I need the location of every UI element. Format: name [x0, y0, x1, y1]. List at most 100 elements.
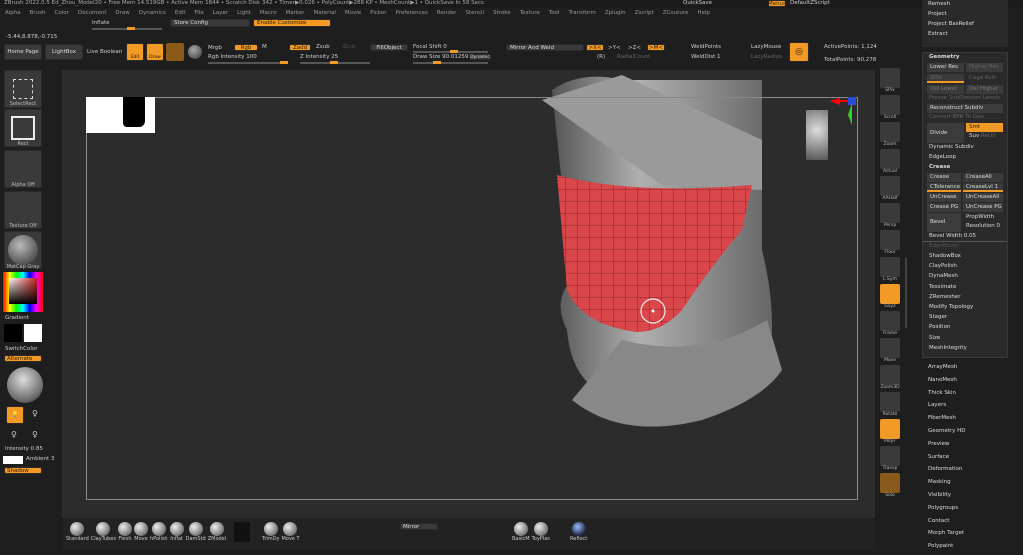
subpalette-fibermesh[interactable]: FiberMesh [922, 414, 1008, 427]
shadow-button[interactable]: Shadow [4, 467, 42, 474]
subpalette-polygroups[interactable]: Polygroups [922, 504, 1008, 517]
subpalette-masking[interactable]: Masking [922, 478, 1008, 491]
menu-document[interactable]: Document [78, 10, 107, 16]
inflate-slider[interactable] [92, 27, 162, 30]
shelf-button-polyf[interactable]: PolyF [878, 419, 902, 444]
enable-customize-button[interactable]: Enable Customize [253, 19, 331, 27]
higher-res-button[interactable]: Higher Res [966, 63, 1003, 72]
y-symmetry-button[interactable]: >Y< [608, 45, 621, 51]
brush-inflat[interactable]: Inflat [169, 522, 184, 542]
menu-zcouture[interactable]: ZCouture [663, 10, 689, 16]
menu-stroke[interactable]: Stroke [493, 10, 511, 16]
subpalette-thick-skin[interactable]: Thick Skin [922, 389, 1008, 402]
cage-rstr[interactable]: Cage Rstr [966, 74, 1003, 83]
mrgb-button[interactable]: Mrgb [208, 45, 222, 51]
light-bulb-icon[interactable]: ♀ [32, 430, 38, 439]
intensity-slider[interactable]: Intensity 0.85 [5, 446, 43, 452]
geometry-header[interactable]: Geometry [923, 53, 1007, 63]
menu-file[interactable]: File [195, 10, 204, 16]
dynamic-subdiv-button[interactable]: Dynamic Subdiv [923, 143, 1007, 153]
shelf-button-scroll[interactable]: Scroll [878, 95, 902, 120]
color-picker[interactable] [3, 272, 43, 312]
menu-zplugin[interactable]: Zplugin [605, 10, 626, 16]
store-config-button[interactable]: Store Config [170, 19, 250, 27]
focal-shift-slider[interactable] [413, 50, 488, 53]
menu-tool[interactable]: Tool [549, 10, 560, 16]
m-symmetry-button[interactable]: >M< [647, 44, 665, 51]
panel-item-remesh[interactable]: Remesh [922, 0, 1008, 10]
subpalette-visibility[interactable]: Visibility [922, 491, 1008, 504]
mirror-button[interactable]: Mirror [400, 523, 438, 530]
brush-standard[interactable]: Standard [66, 522, 89, 542]
rstr-button[interactable]: Rstr [985, 75, 996, 81]
home-page-button[interactable]: Home Page [4, 44, 42, 60]
move-mode-button[interactable] [166, 43, 184, 61]
shelf-button-solo[interactable]: Solo [878, 473, 902, 498]
light-bulb-icon[interactable]: ♀ [32, 409, 38, 418]
brush-move[interactable]: Move [133, 522, 148, 542]
subpalette-morph-target[interactable]: Morph Target [922, 529, 1008, 542]
menu-zscript[interactable]: Zscript [635, 10, 654, 16]
z-intensity-slider[interactable] [300, 61, 370, 64]
quicksave-button[interactable]: QuickSave [680, 0, 716, 6]
geometry-item-size[interactable]: Size [923, 334, 1007, 344]
alternate-button[interactable]: Alternate [4, 355, 42, 362]
secondary-color-swatch[interactable] [4, 324, 22, 342]
geometry-item-shadowbox[interactable]: ShadowBox [923, 252, 1007, 262]
brush-move-t[interactable]: Move T [281, 522, 300, 542]
geometry-item-stager[interactable]: Stager [923, 313, 1007, 323]
menu-material[interactable]: Material [314, 10, 336, 16]
shelf-button-move[interactable]: Move [878, 338, 902, 363]
menu-brush[interactable]: Brush [30, 10, 46, 16]
del-lower-button[interactable]: Del Lower [927, 85, 964, 94]
switchcolor-button[interactable]: SwitchColor [5, 346, 38, 352]
reuv-toggle[interactable]: ReUV [981, 133, 996, 139]
crease-pg-button[interactable]: Crease PG [927, 203, 961, 212]
menu-edit[interactable]: Edit [175, 10, 186, 16]
shelf-button-zoom3d[interactable]: Zoom3D [878, 365, 902, 390]
weldpoints-toggle[interactable]: WeldPoints [691, 44, 721, 50]
radial-count-slider[interactable]: RadialCount [617, 54, 650, 60]
divide-button[interactable]: Divide [927, 123, 964, 143]
sdiv-slider[interactable]: SDiv [927, 74, 964, 83]
lazyradius-slider[interactable]: LazyRadius [751, 54, 782, 60]
x-symmetry-button[interactable]: >X< [586, 44, 604, 51]
geometry-item-modify-topology[interactable]: Modify Topology [923, 303, 1007, 313]
brush-hpolish[interactable]: hPolish [150, 522, 168, 542]
geometry-item-tessimate[interactable]: Tessimate [923, 283, 1007, 293]
geometry-item-claypolish[interactable]: ClayPolish [923, 262, 1007, 272]
subpalette-deformation[interactable]: Deformation [922, 465, 1008, 478]
draw-size-slider[interactable] [413, 61, 488, 64]
default-zscript-button[interactable]: DefaultZScript [790, 0, 830, 6]
uncrease-button[interactable]: UnCrease [927, 193, 961, 202]
menu-dynamics[interactable]: Dynamics [139, 10, 166, 16]
resolution-slider[interactable]: Resolution 0 [963, 222, 1003, 231]
head-gizmo[interactable] [806, 110, 828, 160]
subpalette-preview[interactable]: Preview [922, 440, 1008, 453]
panel-item-project-basrelief[interactable]: Project BasRelief [922, 20, 1008, 30]
subpalette-nanomesh[interactable]: NanoMesh [922, 376, 1008, 389]
brush-flesh[interactable]: Flesh [117, 522, 132, 542]
shelf-button-frame[interactable]: Frame [878, 311, 902, 336]
ambient-slider[interactable]: Ambient 3 [26, 456, 54, 462]
reconstruct-subdiv-button[interactable]: Reconstruct Subdiv [927, 104, 1003, 113]
menu-transform[interactable]: Transform [568, 10, 595, 16]
shelf-button-zoom[interactable]: Zoom [878, 122, 902, 147]
ambient-color[interactable] [3, 456, 23, 464]
shelf-button-persp[interactable]: Persp [878, 203, 902, 228]
creaselvl-slider[interactable]: CreaseLvl 1 [963, 183, 1003, 192]
zcut-button[interactable]: Zcut [343, 44, 355, 50]
menu-light[interactable]: Light [237, 10, 251, 16]
m-button[interactable]: M [262, 44, 267, 50]
del-higher-button[interactable]: Del Higher [966, 85, 1003, 94]
panel-item-project[interactable]: Project [922, 10, 1008, 20]
subpalette-arraymesh[interactable]: ArrayMesh [922, 363, 1008, 376]
lightbox-button[interactable]: LightBox [45, 44, 83, 60]
menu-color[interactable]: Color [55, 10, 69, 16]
bevel-button[interactable]: Bevel [927, 213, 961, 232]
menu-preferences[interactable]: Preferences [396, 10, 428, 16]
geometry-item-position[interactable]: Position [923, 323, 1007, 333]
subpalette-contact[interactable]: Contact [922, 517, 1008, 530]
freeze-subdiv-button[interactable]: Freeze SubDivision Levels [923, 94, 1007, 104]
uncrease-pg-button[interactable]: UnCrease PG [963, 203, 1003, 212]
